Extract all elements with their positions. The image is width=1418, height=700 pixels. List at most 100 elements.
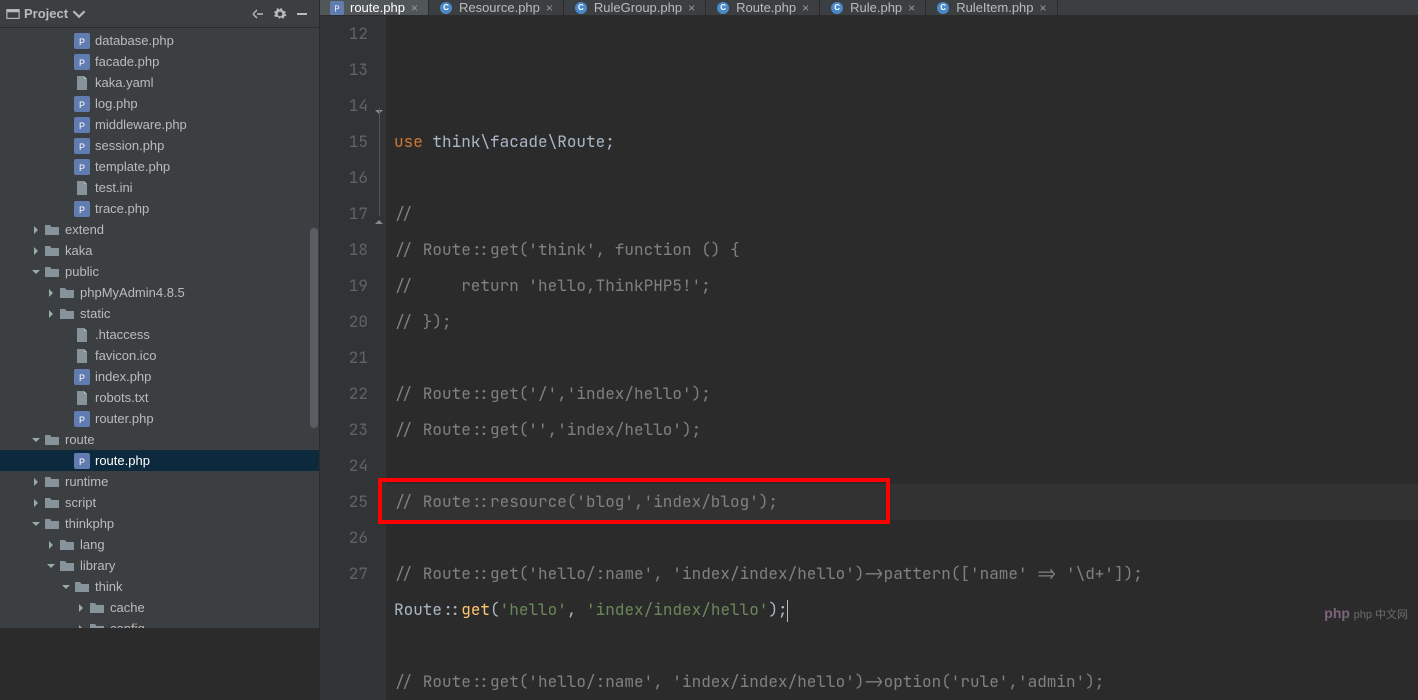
line-number[interactable]: 13 (320, 52, 368, 88)
editor-tab[interactable]: Proute.php× (320, 0, 429, 15)
tree-arrow-icon[interactable] (30, 245, 42, 257)
tree-arrow-icon[interactable] (45, 560, 57, 572)
line-number[interactable]: 24 (320, 448, 368, 484)
tree-arrow-icon[interactable] (30, 434, 42, 446)
line-number[interactable]: 12 (320, 16, 368, 52)
fold-end-icon[interactable] (373, 204, 385, 216)
code-content[interactable]: use think\facade\Route;//// Route::get('… (386, 16, 1418, 700)
tree-file[interactable]: Pfacade.php (0, 51, 319, 72)
tree-folder[interactable]: runtime (0, 471, 319, 492)
code-line[interactable] (394, 340, 1418, 376)
scrollbar-thumb[interactable] (310, 228, 318, 428)
tree-folder[interactable]: think (0, 576, 319, 597)
line-number[interactable]: 16 (320, 160, 368, 196)
editor-tab[interactable]: CRuleGroup.php× (564, 0, 706, 15)
tree-file[interactable]: kaka.yaml (0, 72, 319, 93)
settings-button[interactable] (269, 3, 291, 25)
tree-file[interactable]: Psession.php (0, 135, 319, 156)
tree-arrow-icon[interactable] (30, 266, 42, 278)
code-line[interactable]: Route::get('hello', 'index/index/hello')… (394, 592, 1418, 628)
editor-tab[interactable]: CResource.php× (429, 0, 564, 15)
line-gutter[interactable]: 12131415161718192021222324252627 (320, 16, 386, 700)
code-editor[interactable]: 12131415161718192021222324252627 use thi… (320, 16, 1418, 700)
line-number[interactable]: 21 (320, 340, 368, 376)
code-line[interactable]: // Route::get('think', function () { (394, 232, 1418, 268)
tree-arrow-icon[interactable] (75, 623, 87, 629)
close-tab-icon[interactable]: × (1040, 1, 1047, 15)
file-tree[interactable]: Pdatabase.phpPfacade.phpkaka.yamlPlog.ph… (0, 28, 319, 628)
code-line[interactable]: // (394, 196, 1418, 232)
project-dropdown[interactable]: Project (6, 6, 86, 21)
code-line[interactable]: // Route::get('hello/:name', 'index/inde… (394, 664, 1418, 700)
line-number[interactable]: 14 (320, 88, 368, 124)
editor-tab[interactable]: CRoute.php× (706, 0, 820, 15)
line-number[interactable]: 25 (320, 484, 368, 520)
close-tab-icon[interactable]: × (802, 1, 809, 15)
line-number[interactable]: 15 (320, 124, 368, 160)
close-tab-icon[interactable]: × (688, 1, 695, 15)
tree-folder[interactable]: thinkphp (0, 513, 319, 534)
code-line[interactable] (394, 628, 1418, 664)
tree-file[interactable]: test.ini (0, 177, 319, 198)
tree-arrow-icon[interactable] (45, 539, 57, 551)
code-line[interactable]: // return 'hello,ThinkPHP5!'; (394, 268, 1418, 304)
code-line[interactable]: use think\facade\Route; (394, 124, 1418, 160)
tree-file[interactable]: robots.txt (0, 387, 319, 408)
line-number[interactable]: 20 (320, 304, 368, 340)
line-number[interactable]: 19 (320, 268, 368, 304)
close-tab-icon[interactable]: × (546, 1, 553, 15)
tree-folder[interactable]: static (0, 303, 319, 324)
code-line[interactable]: // Route::get('','index/hello'); (394, 412, 1418, 448)
tree-file[interactable]: favicon.ico (0, 345, 319, 366)
tree-arrow-icon[interactable] (30, 518, 42, 530)
minimize-button[interactable] (291, 3, 313, 25)
tree-arrow-icon[interactable] (45, 308, 57, 320)
tree-arrow-icon[interactable] (30, 224, 42, 236)
collapse-button[interactable] (247, 3, 269, 25)
editor-tab[interactable]: CRuleItem.php× (926, 0, 1057, 15)
tree-file[interactable]: Proute.php (0, 450, 319, 471)
tree-file[interactable]: Ptrace.php (0, 198, 319, 219)
tree-folder[interactable]: config (0, 618, 319, 628)
tree-arrow-icon[interactable] (45, 287, 57, 299)
tree-file[interactable]: Ptemplate.php (0, 156, 319, 177)
tree-file[interactable]: Prouter.php (0, 408, 319, 429)
code-line[interactable]: // Route::get('/','index/hello'); (394, 376, 1418, 412)
tree-folder[interactable]: extend (0, 219, 319, 240)
tree-folder[interactable]: route (0, 429, 319, 450)
close-tab-icon[interactable]: × (908, 1, 915, 15)
code-line[interactable] (394, 448, 1418, 484)
line-number[interactable]: 23 (320, 412, 368, 448)
line-number[interactable]: 27 (320, 556, 368, 592)
tree-folder[interactable]: script (0, 492, 319, 513)
code-line[interactable]: // }); (394, 304, 1418, 340)
tree-folder[interactable]: phpMyAdmin4.8.5 (0, 282, 319, 303)
line-number[interactable]: 18 (320, 232, 368, 268)
line-number[interactable]: 26 (320, 520, 368, 556)
tree-folder[interactable]: public (0, 261, 319, 282)
fold-start-icon[interactable] (373, 96, 385, 108)
editor-tab[interactable]: CRule.php× (820, 0, 926, 15)
line-number[interactable]: 17 (320, 196, 368, 232)
tree-file[interactable]: Plog.php (0, 93, 319, 114)
tree-file[interactable]: Pmiddleware.php (0, 114, 319, 135)
tree-folder[interactable]: lang (0, 534, 319, 555)
tree-file[interactable]: .htaccess (0, 324, 319, 345)
code-line[interactable]: // Route::resource('blog','index/blog'); (394, 484, 1418, 520)
tree-arrow-icon[interactable] (75, 602, 87, 614)
code-line[interactable]: // Route::get('hello/:name', 'index/inde… (394, 556, 1418, 592)
close-tab-icon[interactable]: × (411, 1, 418, 15)
php-file-icon: P (330, 1, 344, 15)
line-number[interactable]: 22 (320, 376, 368, 412)
tree-folder[interactable]: kaka (0, 240, 319, 261)
tree-scrollbar[interactable] (309, 28, 319, 628)
tree-file[interactable]: Pindex.php (0, 366, 319, 387)
code-line[interactable] (394, 160, 1418, 196)
tree-arrow-icon[interactable] (30, 476, 42, 488)
tree-folder[interactable]: cache (0, 597, 319, 618)
code-line[interactable] (394, 520, 1418, 556)
tree-arrow-icon[interactable] (60, 581, 72, 593)
tree-file[interactable]: Pdatabase.php (0, 30, 319, 51)
tree-arrow-icon[interactable] (30, 497, 42, 509)
tree-folder[interactable]: library (0, 555, 319, 576)
